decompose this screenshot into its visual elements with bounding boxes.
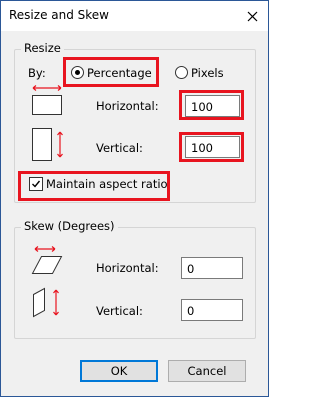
ok-button[interactable]: OK bbox=[80, 360, 158, 382]
close-button[interactable] bbox=[242, 6, 262, 26]
skew-vertical-input[interactable]: 0 bbox=[181, 299, 243, 321]
title-bar: Resize and Skew bbox=[1, 1, 268, 31]
resize-horizontal-input[interactable]: 100 bbox=[185, 95, 240, 117]
skew-group: Skew (Degrees) bbox=[14, 219, 256, 339]
pixels-radio-circle[interactable] bbox=[175, 66, 188, 79]
percentage-radio-dot bbox=[75, 70, 80, 75]
by-label: By: bbox=[28, 66, 46, 80]
maintain-aspect-checkbox[interactable]: Maintain aspect ratio bbox=[29, 176, 169, 192]
resize-horizontal-label: Horizontal: bbox=[96, 99, 159, 113]
pixels-label[interactable]: Pixels bbox=[191, 66, 224, 80]
pixels-radio[interactable]: Pixels bbox=[175, 65, 235, 81]
resize-vertical-input[interactable]: 100 bbox=[185, 136, 240, 158]
dialog-title: Resize and Skew bbox=[9, 8, 109, 22]
skew-horizontal-label: Horizontal: bbox=[96, 261, 159, 275]
percentage-radio-circle[interactable] bbox=[71, 66, 84, 79]
vertical-skew-icon bbox=[29, 284, 69, 322]
checkmark-icon bbox=[32, 180, 41, 188]
horizontal-skew-icon bbox=[29, 245, 65, 277]
percentage-label[interactable]: Percentage bbox=[87, 66, 152, 80]
resize-vertical-label: Vertical: bbox=[96, 141, 143, 155]
skew-group-label: Skew (Degrees) bbox=[21, 219, 118, 233]
percentage-radio[interactable]: Percentage bbox=[71, 65, 157, 81]
maintain-aspect-label[interactable]: Maintain aspect ratio bbox=[46, 177, 168, 191]
skew-vertical-label: Vertical: bbox=[96, 304, 143, 318]
vertical-resize-icon bbox=[29, 126, 69, 164]
cancel-button[interactable]: Cancel bbox=[168, 360, 246, 382]
close-icon bbox=[247, 11, 257, 21]
resize-skew-dialog: Resize and Skew Resize By: Percentage Pi… bbox=[0, 0, 269, 397]
resize-group-label: Resize bbox=[21, 41, 64, 55]
maintain-aspect-box[interactable] bbox=[29, 177, 43, 191]
skew-horizontal-input[interactable]: 0 bbox=[181, 257, 243, 279]
horizontal-resize-icon bbox=[29, 84, 65, 116]
